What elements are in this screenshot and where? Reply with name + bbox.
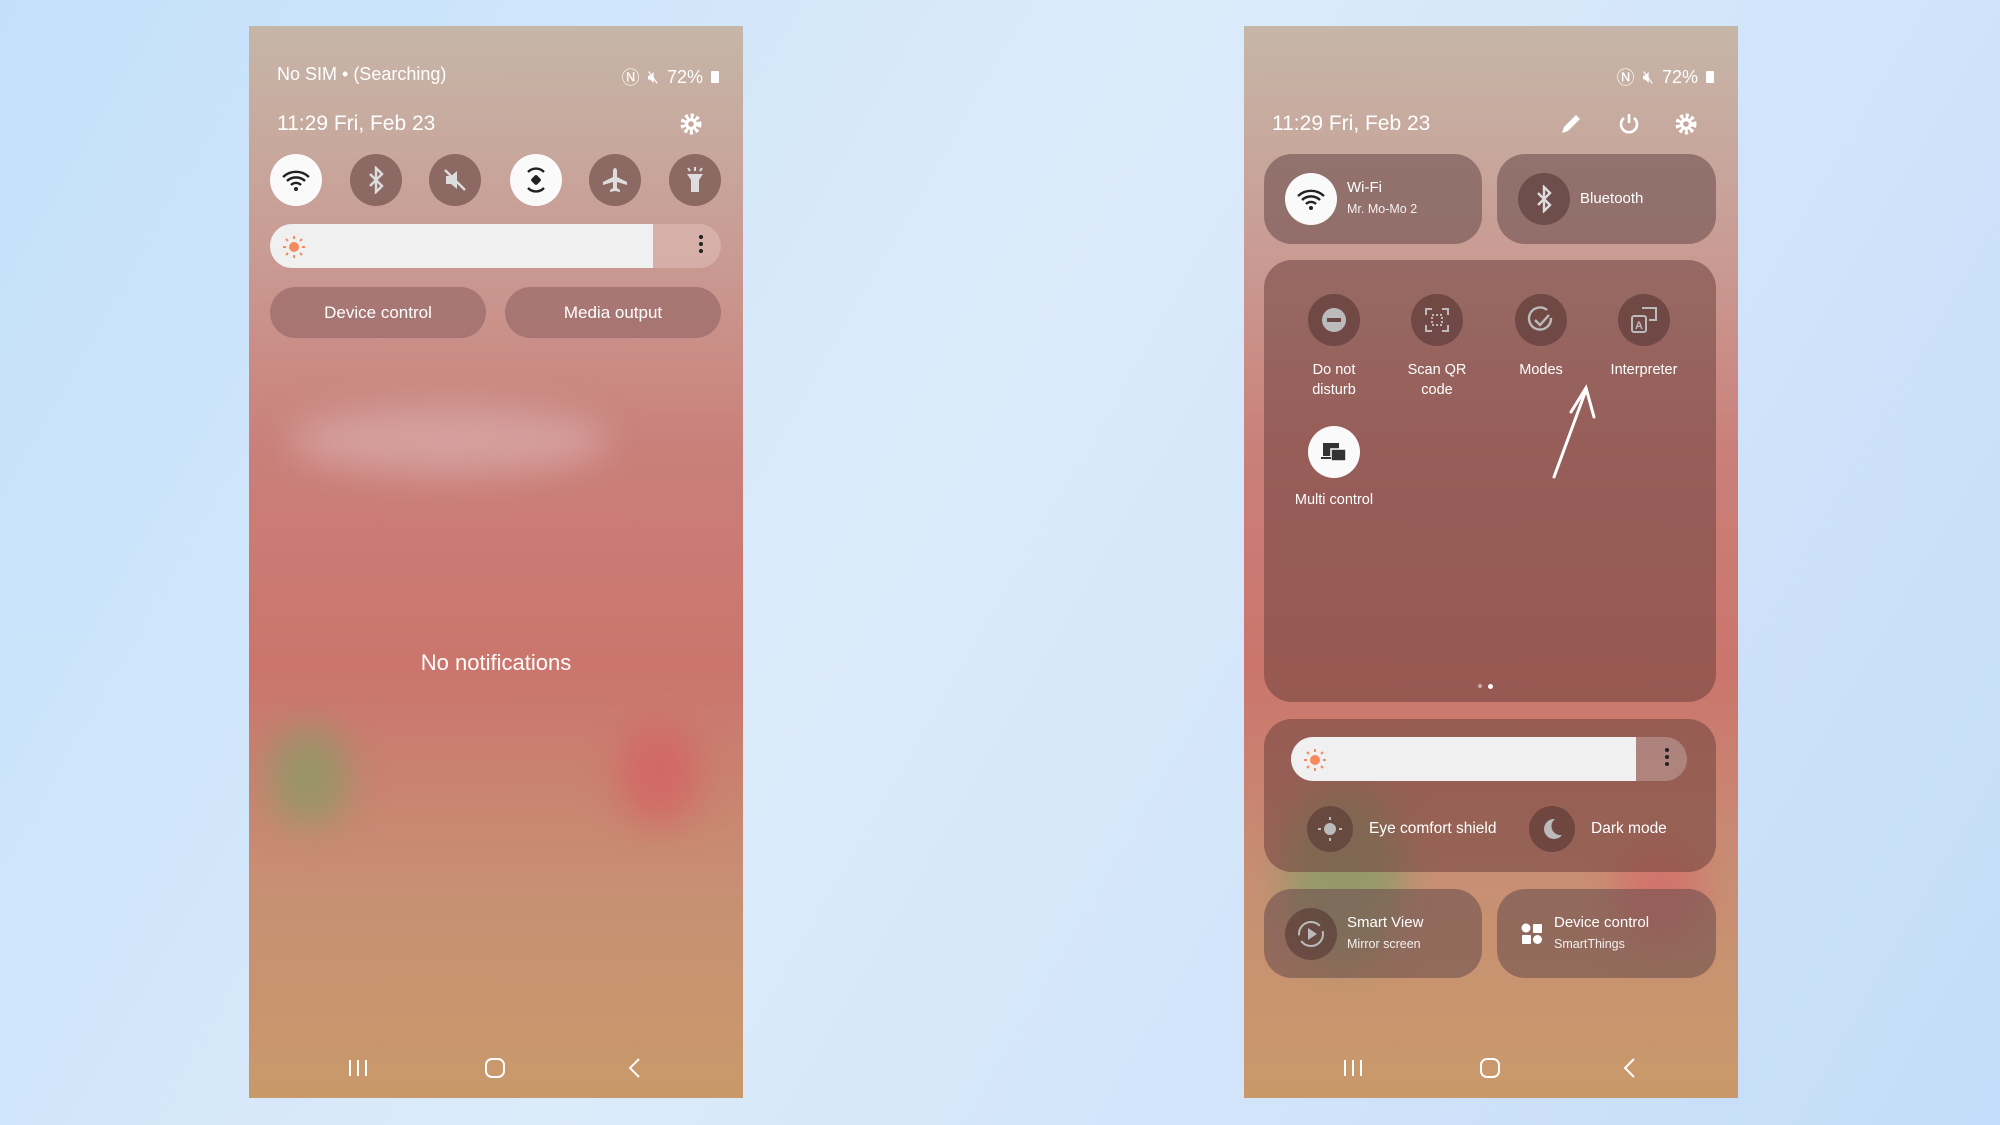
date-time: 11:29 Fri, Feb 23 — [1272, 112, 1431, 135]
wifi-icon — [1285, 173, 1337, 225]
bluetooth-icon — [1518, 173, 1570, 225]
device-control-button[interactable]: Device control — [270, 287, 486, 338]
carrier-status: No SIM • (Searching) — [277, 64, 447, 84]
blurred-background — [289, 406, 609, 476]
brightness-icon — [283, 236, 305, 258]
notification-panel-phone: No SIM • (Searching) Ⓝ 🔇︎ 72% 11:29 Fri, … — [249, 26, 743, 1098]
back-button[interactable] — [1618, 1056, 1642, 1085]
airplane-toggle[interactable] — [589, 154, 641, 206]
qr-scan-icon — [1425, 308, 1449, 332]
sound-toggle[interactable] — [429, 154, 481, 206]
settings-icon[interactable] — [679, 112, 703, 141]
page-dot-2-active[interactable] — [1488, 684, 1493, 689]
auto-rotate-toggle[interactable] — [510, 154, 562, 206]
nfc-icon: Ⓝ — [1616, 68, 1635, 88]
smart-view-tile[interactable]: Smart View Mirror screen — [1264, 889, 1482, 978]
interpreter-label: Interpreter — [1610, 362, 1678, 378]
device-control-icon — [1521, 923, 1542, 944]
scan-qr-tile[interactable] — [1411, 294, 1463, 346]
brightness-fill — [1291, 737, 1636, 781]
do-not-disturb-label: Do not disturb — [1312, 362, 1356, 398]
modes-label: Modes — [1519, 362, 1563, 378]
smart-view-icon — [1285, 908, 1337, 960]
airplane-icon — [603, 168, 627, 192]
brightness-icon — [1304, 749, 1326, 771]
bluetooth-icon — [369, 166, 384, 194]
no-notifications-text: No notifications — [420, 650, 572, 675]
mute-status-icon: 🔇︎ — [647, 66, 659, 87]
brightness-slider[interactable] — [270, 224, 721, 268]
blurred-background — [269, 726, 349, 826]
date-time: 11:29 Fri, Feb 23 — [277, 112, 436, 135]
smart-view-title: Smart View — [1347, 914, 1424, 931]
brightness-slider[interactable] — [1291, 737, 1687, 781]
interpreter-icon: A — [1631, 307, 1657, 333]
dark-mode-toggle[interactable]: Dark mode — [1529, 806, 1667, 852]
multi-control-tile[interactable] — [1308, 426, 1360, 478]
bluetooth-tile[interactable]: Bluetooth — [1497, 154, 1716, 244]
status-icons: Ⓝ 🔇︎ 72% — [1617, 64, 1714, 90]
brightness-more-icon[interactable] — [1665, 748, 1669, 769]
wifi-icon — [282, 170, 310, 191]
quick-tiles-panel: Do not disturb Scan QR code Modes A Interp… — [1264, 260, 1716, 702]
blurred-background — [619, 726, 699, 826]
home-button[interactable] — [1478, 1056, 1502, 1085]
battery-icon — [1706, 71, 1714, 83]
battery-icon — [711, 71, 719, 83]
nfc-icon: Ⓝ — [621, 68, 640, 88]
smart-view-subtitle: Mirror screen — [1347, 937, 1421, 951]
quick-settings-phone: Ⓝ 🔇︎ 72% 11:29 Fri, Feb 23 Wi-Fi Mr. Mo-Mo… — [1244, 26, 1738, 1098]
modes-tile[interactable] — [1515, 294, 1567, 346]
do-not-disturb-icon — [1322, 308, 1346, 332]
bluetooth-toggle[interactable] — [350, 154, 402, 206]
annotation-arrow — [1552, 384, 1596, 479]
page-dot-1[interactable] — [1478, 684, 1482, 688]
rotate-icon — [527, 167, 545, 193]
back-button[interactable] — [623, 1056, 647, 1085]
dark-mode-label: Dark mode — [1591, 820, 1667, 837]
battery-text: 72% — [666, 66, 703, 87]
status-icons: Ⓝ 🔇︎ 72% — [622, 64, 719, 90]
scan-qr-label: Scan QR code — [1407, 362, 1467, 398]
flashlight-icon — [687, 167, 703, 192]
recents-button[interactable] — [1341, 1056, 1365, 1085]
modes-icon — [1527, 306, 1553, 331]
recents-button[interactable] — [346, 1056, 370, 1085]
home-button[interactable] — [483, 1056, 507, 1085]
mute-icon — [444, 169, 466, 191]
display-panel: Eye comfort shield Dark mode — [1264, 719, 1716, 872]
eye-comfort-label: Eye comfort shield — [1369, 820, 1497, 837]
wifi-title: Wi-Fi — [1347, 179, 1382, 196]
eye-comfort-toggle[interactable]: Eye comfort shield — [1307, 806, 1497, 852]
multi-control-icon — [1321, 443, 1347, 462]
interpreter-tile[interactable]: A — [1618, 294, 1670, 346]
bluetooth-title: Bluetooth — [1580, 190, 1644, 207]
battery-text: 72% — [1661, 66, 1698, 87]
edit-icon[interactable] — [1559, 112, 1583, 141]
wifi-tile[interactable]: Wi-Fi Mr. Mo-Mo 2 — [1264, 154, 1482, 244]
settings-icon[interactable] — [1674, 112, 1698, 141]
eye-comfort-icon — [1307, 806, 1353, 852]
wifi-toggle[interactable] — [270, 154, 322, 206]
wifi-network: Mr. Mo-Mo 2 — [1347, 202, 1418, 216]
do-not-disturb-tile[interactable] — [1308, 294, 1360, 346]
mute-status-icon: 🔇︎ — [1642, 66, 1654, 87]
brightness-fill — [270, 224, 654, 268]
moon-icon — [1529, 806, 1575, 852]
svg-text:A: A — [1635, 320, 1643, 332]
power-icon[interactable] — [1617, 112, 1641, 141]
brightness-more-icon[interactable] — [699, 235, 703, 256]
flashlight-toggle[interactable] — [669, 154, 721, 206]
device-control-tile[interactable]: Device control SmartThings — [1497, 889, 1716, 978]
device-control-subtitle: SmartThings — [1554, 937, 1625, 951]
multi-control-label: Multi control — [1294, 492, 1374, 508]
device-control-title: Device control — [1554, 914, 1650, 931]
media-output-button[interactable]: Media output — [505, 287, 721, 338]
